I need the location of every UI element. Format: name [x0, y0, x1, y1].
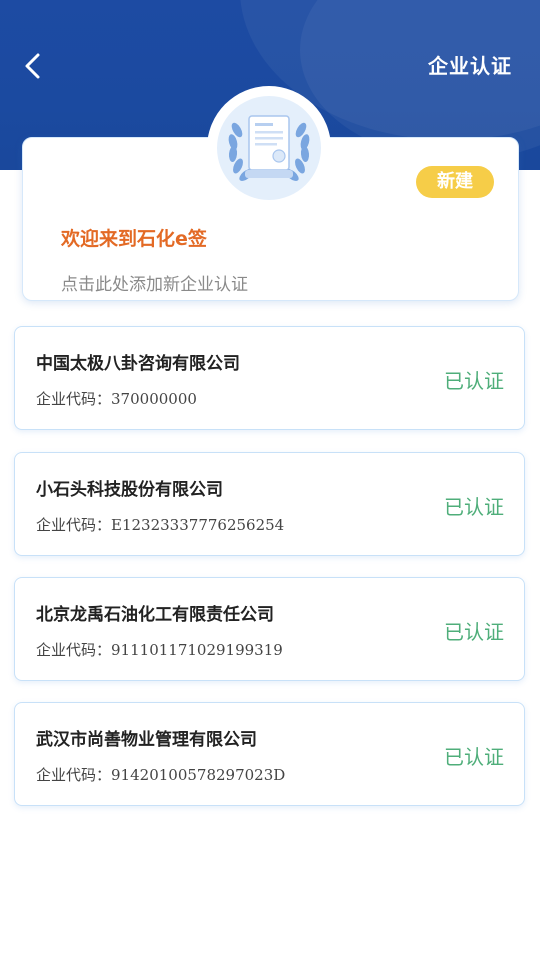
back-button[interactable]	[14, 44, 54, 88]
status-badge: 已认证	[444, 369, 504, 393]
company-code: 911101171029199319	[111, 641, 283, 659]
emblem-background	[217, 96, 321, 200]
company-card[interactable]: 小石头科技股份有限公司 企业代码：E12323337776256254 已认证	[14, 452, 525, 556]
code-label: 企业代码：	[36, 390, 112, 408]
certificate-icon	[228, 115, 310, 181]
company-code: 91420100578297023D	[111, 766, 286, 784]
company-name: 武汉市尚善物业管理有限公司	[36, 730, 257, 750]
welcome-text: 欢迎来到石化e签	[61, 228, 207, 250]
company-card[interactable]: 武汉市尚善物业管理有限公司 企业代码：91420100578297023D 已认…	[14, 702, 525, 806]
code-label: 企业代码：	[36, 516, 112, 534]
status-badge: 已认证	[444, 745, 504, 769]
company-name: 北京龙禹石油化工有限责任公司	[36, 605, 274, 625]
enterprise-certification-page: 企业认证 新建 欢迎来到石化e签 点击此处添加新企业认证 中国太极八卦咨询有限公…	[0, 0, 540, 960]
company-card[interactable]: 中国太极八卦咨询有限公司 企业代码：370000000 已认证	[14, 326, 525, 430]
company-code-row: 企业代码：911101171029199319	[36, 639, 283, 660]
status-badge: 已认证	[444, 620, 504, 644]
certificate-emblem	[207, 86, 331, 210]
chevron-left-icon	[25, 53, 40, 79]
company-code: E12323337776256254	[111, 516, 285, 534]
status-badge: 已认证	[444, 495, 504, 519]
header-decoration	[300, 0, 540, 160]
company-code-row: 企业代码：91420100578297023D	[36, 764, 285, 785]
company-code-row: 企业代码：E12323337776256254	[36, 514, 284, 535]
company-name: 中国太极八卦咨询有限公司	[36, 354, 240, 374]
company-name: 小石头科技股份有限公司	[36, 480, 223, 500]
company-code: 370000000	[111, 390, 197, 408]
add-hint-text: 点击此处添加新企业认证	[61, 275, 248, 295]
page-title: 企业认证	[428, 54, 512, 78]
code-label: 企业代码：	[36, 766, 112, 784]
company-code-row: 企业代码：370000000	[36, 388, 197, 409]
code-label: 企业代码：	[36, 641, 112, 659]
company-card[interactable]: 北京龙禹石油化工有限责任公司 企业代码：911101171029199319 已…	[14, 577, 525, 681]
new-button[interactable]: 新建	[416, 166, 494, 198]
